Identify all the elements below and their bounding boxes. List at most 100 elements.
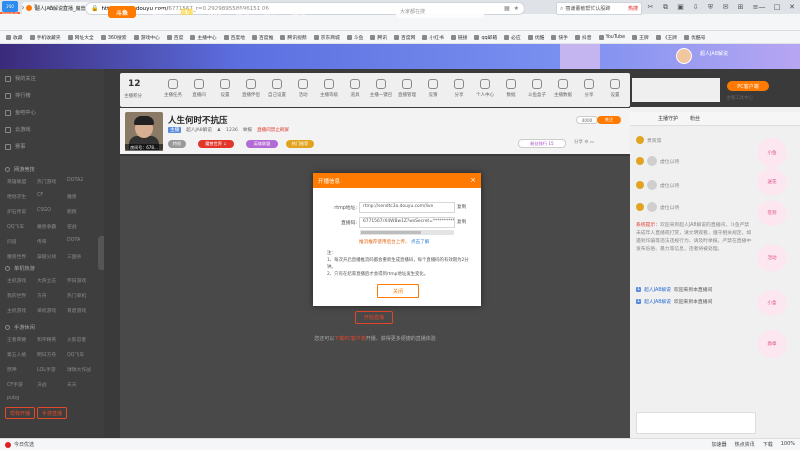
game-icon[interactable]: ▣	[676, 3, 685, 12]
sidebar-category[interactable]: 原神	[7, 366, 37, 373]
sidebar-category[interactable]: LOL手游	[37, 366, 67, 373]
bookmark-item[interactable]: 京东商城	[313, 34, 340, 41]
sidebar-category[interactable]: 天天	[67, 381, 97, 388]
screenshot-icon[interactable]: ✂	[646, 3, 655, 12]
sidebar-category[interactable]: CF	[37, 193, 67, 200]
status-item[interactable]: 热点资讯	[735, 441, 755, 448]
mail-icon[interactable]: ✉	[721, 3, 730, 12]
sidebar-section-title[interactable]: 单机热游	[5, 265, 35, 272]
site-nav-item[interactable]: 分类	[208, 5, 221, 19]
sidebar-item[interactable]: 云游戏	[5, 126, 31, 133]
sidebar-category[interactable]: pubg	[7, 396, 37, 401]
sidebar-section-title[interactable]: 手游休闲	[5, 324, 35, 331]
stream-key-field[interactable]: 6771567rX4WBw1Z?wsSecret=***************…	[359, 217, 455, 228]
sidebar-category[interactable]: 英雄联盟	[7, 178, 37, 185]
report-link[interactable]: 举报	[243, 127, 252, 133]
tab-fans[interactable]: 粉丝	[690, 115, 700, 122]
sidebar-category[interactable]: 明日方舟	[37, 351, 67, 358]
sidebar-category[interactable]: 穿越火线	[37, 253, 67, 260]
sidebar-category[interactable]: 三国杀	[67, 253, 97, 260]
sidebar-category[interactable]: QQ飞车	[67, 351, 97, 358]
bookmark-item[interactable]: 必应	[504, 34, 521, 41]
bookmark-item[interactable]: 斗鱼	[346, 34, 363, 41]
pill-category[interactable]: 魔兽世界 ↓	[198, 140, 234, 148]
bookmark-item[interactable]: 360搜索	[100, 34, 127, 41]
sidebar-item[interactable]: 我的关注	[5, 75, 36, 82]
bookmark-item[interactable]: 链接	[450, 34, 467, 41]
site-nav-item[interactable]: 游戏	[236, 5, 249, 19]
status-item[interactable]: 100%	[781, 441, 795, 448]
deco-checkin-icon[interactable]: 签到	[757, 200, 787, 226]
refresh-icon[interactable]: ↻	[32, 3, 42, 13]
sidebar-category[interactable]: 火影忍者	[67, 336, 97, 343]
sidebar-category[interactable]: 育碧游戏	[67, 307, 97, 314]
pill-hot[interactable]: 热门推荐	[286, 140, 314, 148]
sidebar-category[interactable]: 热门游戏	[37, 178, 67, 185]
dialog-close-icon[interactable]: ×	[470, 177, 476, 184]
bookmark-item[interactable]: 百度推	[251, 34, 273, 41]
copy-rtmp-button[interactable]: 复制	[457, 204, 466, 210]
forward-icon[interactable]: ›	[18, 3, 28, 13]
share-settings-icons[interactable]: 分享 ⚙ ▭	[574, 139, 620, 148]
bookmark-item[interactable]: 快手	[551, 34, 568, 41]
sidebar-category[interactable]: DOTA2	[67, 178, 97, 185]
sidebar-category[interactable]: 王者荣耀	[7, 336, 37, 343]
user-avatar[interactable]	[676, 48, 692, 64]
deco-fish-icon[interactable]: 小鱼	[757, 138, 787, 168]
bookmark-item[interactable]: 网址大全	[67, 34, 94, 41]
sidebar-category[interactable]: 魔兽世界	[7, 253, 37, 260]
bookmark-item[interactable]: 手机收藏夹	[29, 34, 61, 41]
qr-icon[interactable]: ▦	[504, 5, 510, 12]
status-item[interactable]: 下载	[763, 441, 773, 448]
sidebar-category[interactable]: 问道	[7, 238, 37, 245]
grid-icon[interactable]: ⊞	[736, 3, 745, 12]
sidebar-category[interactable]: QQ飞车	[7, 223, 37, 230]
deco-flower-icon[interactable]: 送花	[757, 168, 787, 196]
sidebar-item[interactable]: 赛事	[5, 143, 25, 150]
sidebar-category[interactable]: 魔兽争霸	[37, 223, 67, 230]
seat-row[interactable]: 虚位以待	[636, 202, 679, 212]
sidebar-category[interactable]: 炉石传说	[7, 208, 37, 215]
sidebar-category[interactable]: 怀旧游戏	[67, 277, 97, 284]
download-pc-link[interactable]: 下载PC客户端	[334, 336, 366, 342]
browser-search-box[interactable]: ⌕ 丽谦董敏帮忙认股蹄 热搜	[556, 2, 642, 15]
bookmark-item[interactable]: 《王牌	[655, 34, 677, 41]
bookmark-item[interactable]: YouTube	[598, 34, 625, 40]
dialog-close-button[interactable]: 关闭	[377, 284, 419, 298]
sidebar-category[interactable]: 第五人格	[7, 351, 37, 358]
site-search-input[interactable]: 大家都在搜	[395, 5, 485, 18]
menu-icon[interactable]: ≡	[751, 3, 760, 12]
sidebar-collapse-handle[interactable]	[98, 236, 104, 270]
star-icon[interactable]: ☆	[60, 3, 70, 13]
bookmark-item[interactable]: 主播中心	[190, 34, 217, 41]
bookmark-item[interactable]: 收藏	[6, 34, 23, 41]
bookmark-item[interactable]: 百度	[166, 34, 183, 41]
pill-privilege[interactable]: 特权	[168, 140, 186, 148]
sidebar-section-title[interactable]: 网游竞技	[5, 166, 35, 173]
sidebar-category[interactable]: 我的世界	[7, 292, 37, 299]
douyu-logo[interactable]: 斗鱼	[108, 6, 136, 18]
sidebar-category[interactable]: 传奇	[37, 238, 67, 245]
bookmark-item[interactable]: 优酷号	[684, 34, 706, 41]
sidebar-category[interactable]: DOTA	[67, 238, 97, 245]
sidebar-category[interactable]: 主机游戏	[7, 277, 37, 284]
follow-button[interactable]: 关注	[597, 116, 621, 124]
close-window-button[interactable]: ✕	[786, 1, 798, 12]
sidebar-category[interactable]: CSGO	[37, 208, 67, 215]
tab-guardians[interactable]: 主播守护	[658, 115, 678, 122]
deco-box-icon[interactable]: 小盒	[757, 290, 787, 316]
bookmark-star-icon[interactable]: ★	[514, 5, 519, 12]
sidebar-category[interactable]: 绝地求生	[7, 193, 37, 200]
site-nav-item[interactable]: 首页	[152, 5, 165, 19]
deco-medal-icon[interactable]: 勋章	[757, 330, 787, 358]
site-nav-item[interactable]: 赛事	[264, 5, 277, 19]
seat-row[interactable]: 虚位以待	[636, 180, 679, 190]
maximize-button[interactable]: □	[771, 1, 783, 12]
rtmp-field[interactable]: rtmp://sendtc3a.douyu.com/live	[359, 202, 455, 213]
anchor-name[interactable]: 超人JA8解说	[186, 127, 212, 133]
home-icon[interactable]: ⌂	[46, 3, 56, 13]
sidebar-category[interactable]: 主机游戏	[7, 307, 37, 314]
back-icon[interactable]: ‹	[4, 3, 14, 13]
bookmark-item[interactable]: 腾讯	[370, 34, 387, 41]
sidebar-category[interactable]: 方舟	[37, 292, 67, 299]
